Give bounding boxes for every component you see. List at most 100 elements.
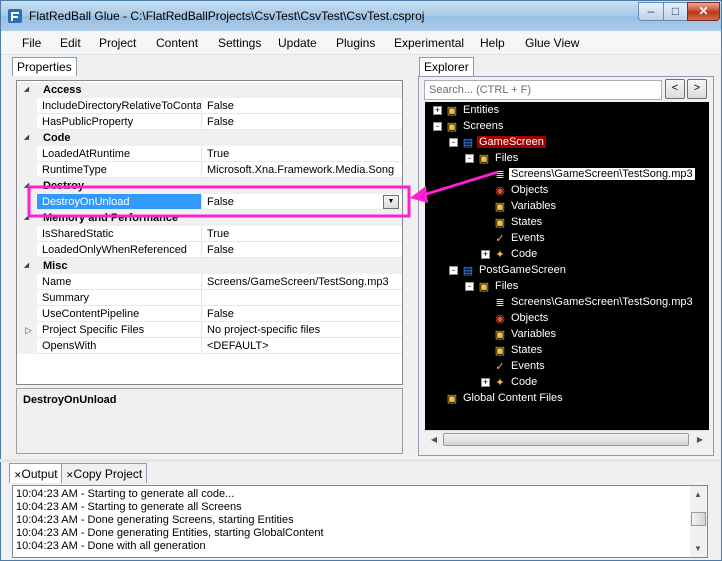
code-icon: ✦ [495,377,505,389]
row-gutter [17,162,37,178]
collapse-icon[interactable]: - [465,282,474,291]
grid-property-row[interactable]: IncludeDirectoryRelativeToContai False [17,98,402,114]
tree-node[interactable]: ◉ Objects [425,311,709,327]
grid-category-row[interactable]: ◢ Code [17,130,402,146]
tree-node[interactable]: ▣ States [425,343,709,359]
collapse-icon[interactable]: - [433,122,442,131]
scroll-left-icon[interactable]: ◀ [427,433,441,446]
collapse-icon[interactable]: - [449,138,458,147]
expand-icon[interactable]: + [433,106,442,115]
property-value[interactable]: No project-specific files [202,322,402,338]
close-icon[interactable]: ✕ [14,470,22,480]
minimize-button[interactable]: – [638,2,664,21]
tree-node[interactable]: - ▣ Files [425,151,709,167]
close-button[interactable]: ✕ [687,2,720,21]
menu-content[interactable]: Content [156,36,198,50]
tree-node[interactable]: ◉ Objects [425,183,709,199]
splitter[interactable] [0,459,720,462]
forward-button[interactable]: > [687,79,707,99]
tree-horizontal-scrollbar[interactable]: ◀ ▶ [425,430,709,447]
property-value[interactable]: True [202,226,402,242]
property-value[interactable]: True [202,146,402,162]
collapse-icon[interactable]: ◢ [22,262,31,271]
grid-property-row[interactable]: UseContentPipeline False [17,306,402,322]
menu-update[interactable]: Update [278,36,317,50]
close-icon[interactable]: ✕ [66,470,74,480]
tree-node[interactable]: ▣ Global Content Files [425,391,709,407]
property-value[interactable]: <DEFAULT> [202,338,402,354]
property-value[interactable] [202,290,402,306]
grid-category-row[interactable]: ◢ Memory and Performance [17,210,402,226]
output-vertical-scrollbar[interactable]: ▲ ▼ [690,486,707,557]
grid-property-row[interactable]: RuntimeType Microsoft.Xna.Framework.Media… [17,162,402,178]
tab-copy-project[interactable]: ✕Copy Project [61,463,148,483]
collapse-icon[interactable]: ◢ [22,86,31,95]
tree-node[interactable]: - ▣ Screens [425,119,709,135]
grid-property-row[interactable]: LoadedOnlyWhenReferenced False [17,242,402,258]
tree-node[interactable]: - ▤ GameScreen [425,135,709,151]
grid-category-row[interactable]: ◢ Destroy [17,178,402,194]
grid-property-row[interactable]: HasPublicProperty False [17,114,402,130]
search-input[interactable]: Search... (CTRL + F) [424,80,662,100]
tree-node[interactable]: - ▣ Files [425,279,709,295]
grid-category-row[interactable]: ◢ Misc [17,258,402,274]
tree-node[interactable]: + ▣ Entities [425,103,709,119]
tree-node[interactable]: ≣ Screens\GameScreen\TestSong.mp3 [425,295,709,311]
property-value[interactable]: False [202,114,402,130]
scroll-right-icon[interactable]: ▶ [693,433,707,446]
tree-node[interactable]: - ▤ PostGameScreen [425,263,709,279]
scroll-up-icon[interactable]: ▲ [691,488,705,501]
collapse-icon[interactable]: - [449,266,458,275]
menu-edit[interactable]: Edit [60,36,81,50]
tree-node[interactable]: + ✦ Code [425,375,709,391]
expand-icon[interactable]: + [481,378,490,387]
tree-node[interactable]: ✓ Events [425,359,709,375]
tree-node[interactable]: ▣ Variables [425,199,709,215]
collapse-icon[interactable]: - [465,154,474,163]
tree-node[interactable]: ≣ Screens\GameScreen\TestSong.mp3 [425,167,709,183]
menu-glue-view[interactable]: Glue View [525,36,579,50]
expand-icon[interactable]: + [481,250,490,259]
menu-help[interactable]: Help [480,36,505,50]
property-value[interactable]: False [202,194,402,210]
property-value[interactable]: Screens/GameScreen/TestSong.mp3 [202,274,402,290]
collapse-icon[interactable]: ◢ [22,214,31,223]
title-bar[interactable]: FlatRedBall Glue - C:\FlatRedBallProject… [1,1,721,31]
tab-properties[interactable]: Properties [12,57,77,76]
menu-plugins[interactable]: Plugins [336,36,375,50]
tree-node[interactable]: ✓ Events [425,231,709,247]
tab-output[interactable]: ✕Output [9,463,63,483]
menu-project[interactable]: Project [99,36,136,50]
property-value[interactable]: False [202,306,402,322]
tree-node[interactable]: + ✦ Code [425,247,709,263]
scroll-down-icon[interactable]: ▼ [691,542,705,555]
chevron-down-icon[interactable]: ▼ [383,195,399,209]
grid-property-row[interactable]: LoadedAtRuntime True [17,146,402,162]
grid-property-row[interactable]: DestroyOnUnload False ▼ [17,194,402,210]
property-value[interactable]: False [202,98,402,114]
collapse-icon[interactable]: ◢ [22,134,31,143]
menu-experimental[interactable]: Experimental [394,36,464,50]
property-value[interactable]: Microsoft.Xna.Framework.Media.Song [202,162,402,178]
grid-property-row[interactable]: ▷ Project Specific Files No project-specif… [17,322,402,338]
grid-property-row[interactable]: Summary [17,290,402,306]
menu-settings[interactable]: Settings [218,36,261,50]
scroll-thumb[interactable] [691,512,706,526]
output-log[interactable]: 10:04:23 AM - Starting to generate all c… [12,485,708,558]
tab-output-label: Output [21,467,58,481]
grid-property-row[interactable]: IsSharedStatic True [17,226,402,242]
grid-property-row[interactable]: OpensWith <DEFAULT> [17,338,402,354]
grid-category-row[interactable]: ◢ Access [17,82,402,98]
back-button[interactable]: < [665,79,685,99]
property-value[interactable]: False [202,242,402,258]
menu-file[interactable]: File [22,36,41,50]
scroll-thumb[interactable] [443,433,689,446]
tree-node[interactable]: ▣ Variables [425,327,709,343]
maximize-button[interactable]: □ [663,2,688,21]
expand-arrow-icon[interactable]: ▷ [25,325,32,336]
tree-node-label: Variables [511,328,557,340]
tree-node[interactable]: ▣ States [425,215,709,231]
tab-explorer[interactable]: Explorer [419,57,474,76]
collapse-icon[interactable]: ◢ [22,182,31,191]
grid-property-row[interactable]: Name Screens/GameScreen/TestSong.mp3 [17,274,402,290]
